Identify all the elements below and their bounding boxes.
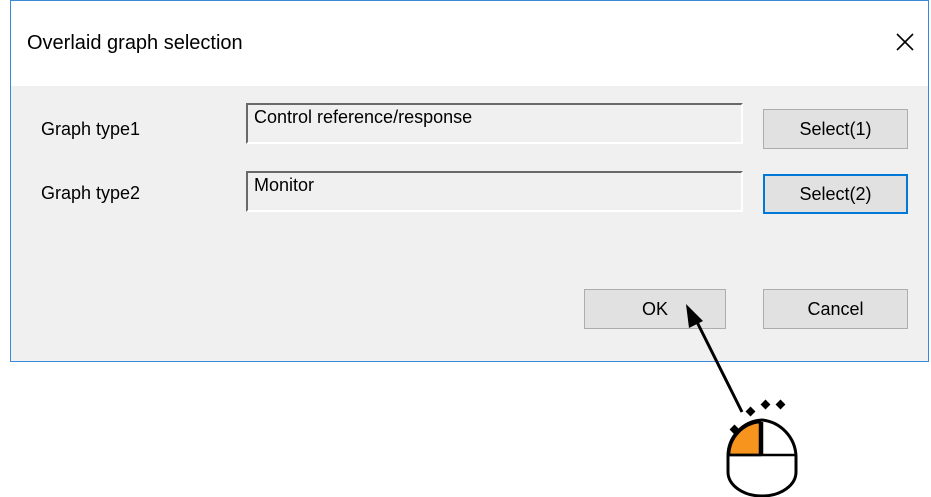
click-annotation — [686, 304, 798, 497]
arrow-pointer-icon — [686, 304, 744, 413]
mouse-left-click-icon — [726, 399, 798, 497]
